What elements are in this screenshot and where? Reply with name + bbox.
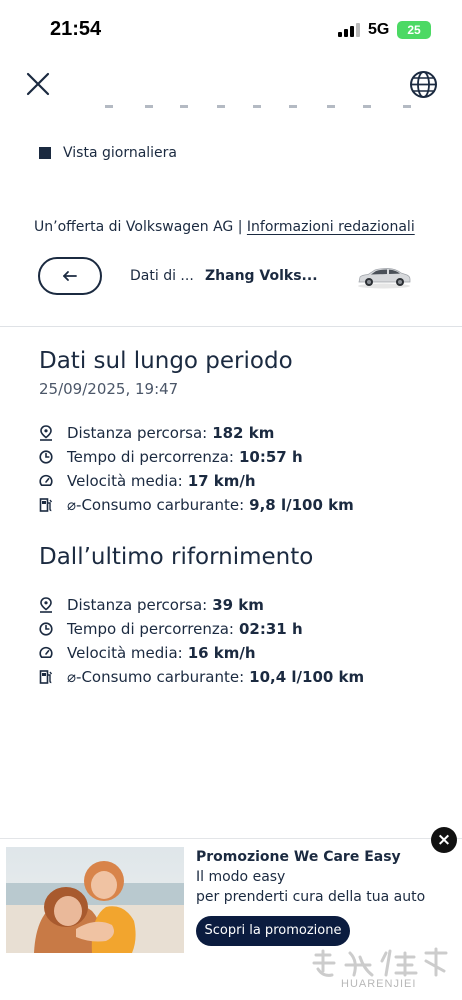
- clock-icon: [39, 622, 53, 636]
- discover-promo-button[interactable]: Scopri la promozione: [196, 916, 350, 946]
- promo-title: Promozione We Care Easy: [196, 849, 401, 865]
- promo-subtitle: Il modo easy: [196, 869, 286, 885]
- stat-value: 16 km/h: [187, 644, 256, 662]
- fuel-pump-icon: [39, 670, 53, 684]
- stat-label: Velocità media:: [67, 472, 183, 490]
- clock-icon: [39, 450, 53, 464]
- stat-label: Distanza percorsa:: [67, 424, 208, 442]
- since-refuel-stats: Distanza percorsa: 39 km Tempo di percor…: [39, 593, 364, 689]
- stat-row: Velocità media: 16 km/h: [39, 641, 364, 665]
- close-icon[interactable]: ×: [431, 827, 457, 853]
- chart-axis-partial: [105, 105, 411, 108]
- vehicle-data-label: Dati di ...: [130, 268, 194, 284]
- long-term-stats: Distanza percorsa: 182 km Tempo di perco…: [39, 421, 354, 517]
- section-date: 25/09/2025, 19:47: [39, 380, 179, 398]
- status-time: 21:54: [50, 18, 102, 40]
- section-title: Dall’ultimo rifornimento: [39, 544, 314, 570]
- stat-label: Velocità media:: [67, 644, 183, 662]
- promo-description: per prenderti cura della tua auto: [196, 889, 426, 905]
- chart-legend: Vista giornaliera: [39, 145, 177, 161]
- stat-row: Velocità media: 17 km/h: [39, 469, 354, 493]
- speedometer-icon: [39, 474, 53, 486]
- stat-row: ⌀-Consumo carburante: 10,4 l/100 km: [39, 665, 364, 689]
- legend-swatch: [39, 147, 51, 159]
- since-refuel-section: Dall’ultimo rifornimento: [39, 544, 313, 570]
- stat-value: 10:57 h: [239, 448, 303, 466]
- stat-label: ⌀-Consumo carburante:: [67, 668, 245, 686]
- location-pin-icon: [40, 597, 52, 613]
- stat-value: 10,4 l/100 km: [249, 668, 365, 686]
- stat-row: Tempo di percorrenza: 10:57 h: [39, 445, 354, 469]
- stat-value: 39 km: [212, 596, 264, 614]
- stat-value: 9,8 l/100 km: [249, 496, 354, 514]
- section-title: Dati sul lungo periodo: [39, 348, 293, 374]
- globe-icon[interactable]: [409, 70, 438, 99]
- stat-row: Distanza percorsa: 182 km: [39, 421, 354, 445]
- speedometer-icon: [39, 646, 53, 658]
- vehicle-bar: Dati di ... Zhang Volks...: [0, 255, 462, 299]
- offer-row: Un’offerta di Volkswagen AG | Informazio…: [34, 219, 415, 235]
- network-type: 5G: [368, 21, 390, 38]
- stat-label: Tempo di percorrenza:: [67, 620, 234, 638]
- location-pin-icon: [40, 425, 52, 441]
- back-button[interactable]: [38, 257, 102, 295]
- status-bar: 21:54 5G 25: [0, 0, 462, 60]
- legend-label: Vista giornaliera: [63, 145, 178, 161]
- stat-label: Tempo di percorrenza:: [67, 448, 234, 466]
- editorial-info-link[interactable]: Informazioni redazionali: [247, 219, 415, 235]
- divider: [0, 326, 462, 327]
- arrow-left-icon: [63, 271, 77, 281]
- stat-value: 17 km/h: [187, 472, 256, 490]
- car-image: [358, 268, 411, 289]
- stat-value: 182 km: [212, 424, 275, 442]
- stat-row: ⌀-Consumo carburante: 9,8 l/100 km: [39, 493, 354, 517]
- stat-row: Tempo di percorrenza: 02:31 h: [39, 617, 364, 641]
- close-icon[interactable]: [24, 70, 52, 98]
- vehicle-name[interactable]: Zhang Volks...: [205, 268, 318, 284]
- promo-banner[interactable]: Promozione We Care Easy Il modo easy per…: [0, 827, 462, 1000]
- fuel-pump-icon: [39, 498, 53, 512]
- watermark-text: HUARENJIEI: [341, 978, 417, 990]
- battery-indicator: 25: [397, 21, 431, 39]
- stat-label: ⌀-Consumo carburante:: [67, 496, 245, 514]
- promo-photo: [6, 847, 184, 953]
- stat-value: 02:31 h: [239, 620, 303, 638]
- signal-icon: [338, 23, 360, 37]
- offer-text: Un’offerta di Volkswagen AG |: [34, 219, 243, 235]
- stat-row: Distanza percorsa: 39 km: [39, 593, 364, 617]
- watermark-logo: [312, 947, 448, 977]
- stat-label: Distanza percorsa:: [67, 596, 208, 614]
- long-term-section: Dati sul lungo periodo 25/09/2025, 19:47: [39, 348, 293, 398]
